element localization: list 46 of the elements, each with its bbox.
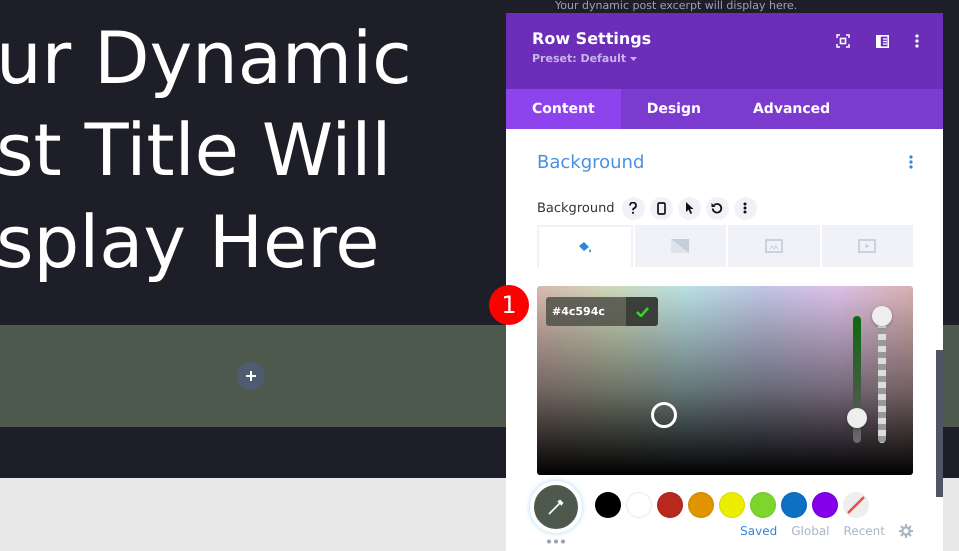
color-swatch[interactable] bbox=[657, 492, 683, 518]
panel-tab[interactable]: Advanced bbox=[726, 89, 856, 129]
color-swatch[interactable] bbox=[781, 492, 807, 518]
more-options-icon[interactable] bbox=[915, 34, 919, 48]
more-colors-icon[interactable] bbox=[546, 539, 566, 544]
caret-icon bbox=[630, 56, 638, 60]
responsive-button[interactable] bbox=[650, 196, 673, 220]
plus-icon bbox=[245, 370, 257, 382]
phone-icon bbox=[656, 202, 666, 214]
scrollbar[interactable] bbox=[936, 350, 943, 497]
hover-button[interactable] bbox=[678, 196, 701, 220]
field-label: Background bbox=[537, 200, 615, 216]
color-type-tab[interactable] bbox=[537, 225, 632, 267]
gradient-icon bbox=[671, 239, 690, 253]
more-button[interactable] bbox=[734, 196, 757, 220]
color-swatch[interactable] bbox=[812, 492, 838, 518]
more-options-icon bbox=[743, 202, 748, 214]
cursor-icon bbox=[684, 202, 694, 214]
palette-tab[interactable]: Saved bbox=[740, 524, 778, 538]
apply-button[interactable] bbox=[626, 297, 658, 326]
add-module-button[interactable] bbox=[237, 362, 265, 390]
sidebar-layout-icon[interactable] bbox=[876, 34, 889, 48]
post-excerpt: Your dynamic post excerpt will display here. bbox=[554, 0, 798, 12]
color-swatch[interactable] bbox=[595, 492, 621, 518]
reset-button[interactable] bbox=[706, 196, 729, 220]
panel-title: Row Settings bbox=[532, 29, 652, 48]
fullscreen-icon[interactable] bbox=[836, 34, 850, 48]
color-swatch[interactable] bbox=[750, 492, 776, 518]
picker-handle[interactable] bbox=[651, 402, 677, 428]
play-icon bbox=[858, 239, 876, 253]
undo-icon bbox=[711, 202, 724, 214]
more-options-icon[interactable] bbox=[909, 155, 913, 169]
image-icon bbox=[764, 239, 783, 253]
preset-dropdown[interactable]: Preset: Default bbox=[532, 52, 638, 65]
transparent-swatch[interactable] bbox=[843, 492, 869, 518]
color-swatch[interactable] bbox=[719, 492, 745, 518]
color-picker-area[interactable]: #4c594c bbox=[537, 286, 913, 475]
help-button[interactable] bbox=[622, 196, 645, 220]
panel-tab[interactable]: Content bbox=[506, 89, 621, 129]
section-title[interactable]: Background bbox=[537, 152, 644, 172]
hex-input[interactable]: #4c594c bbox=[546, 297, 658, 326]
color-swatch[interactable] bbox=[688, 492, 714, 518]
post-title-line: ur Dynamic bbox=[0, 15, 412, 102]
panel-tab[interactable]: Design bbox=[620, 89, 727, 129]
question-icon bbox=[628, 202, 638, 214]
check-icon bbox=[636, 306, 648, 316]
